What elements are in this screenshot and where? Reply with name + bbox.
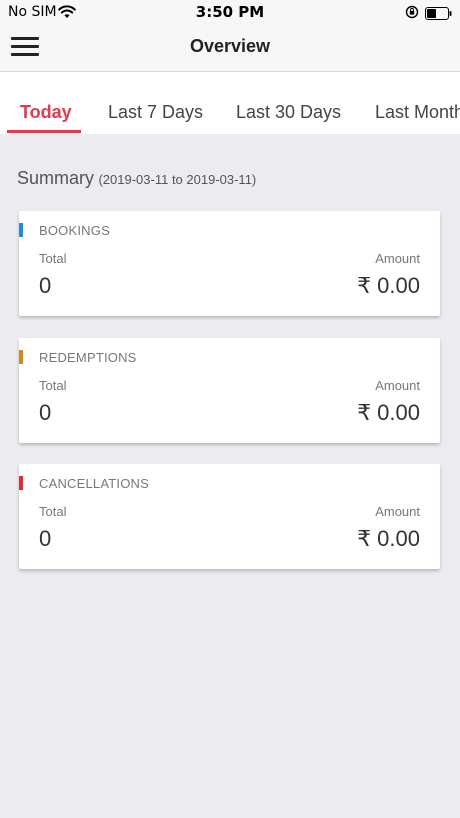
- total-value: 0: [39, 400, 52, 425]
- redemptions-card: REDEMPTIONS Total Amount 0 ₹ 0.00: [19, 338, 440, 443]
- bookings-card: BOOKINGS Total Amount 0 ₹ 0.00: [19, 211, 440, 316]
- card-title: CANCELLATIONS: [39, 476, 149, 491]
- summary-title: Summary: [17, 168, 95, 188]
- summary-heading: Summary (2019-03-11 to 2019-03-11): [17, 168, 256, 189]
- tab-today[interactable]: Today: [20, 102, 72, 123]
- amount-value: ₹ 0.00: [357, 400, 420, 425]
- amount-label: Amount: [375, 378, 420, 393]
- tab-last-month[interactable]: Last Month: [375, 102, 460, 123]
- summary-date-range: (2019-03-11 to 2019-03-11): [98, 172, 257, 187]
- total-label: Total: [39, 504, 67, 519]
- page-title: Overview: [189, 36, 271, 56]
- tab-last-30-days[interactable]: Last 30 Days: [236, 102, 341, 123]
- amount-value: ₹ 0.00: [357, 273, 420, 298]
- amount-label: Amount: [375, 251, 420, 266]
- battery-icon: [425, 5, 453, 24]
- total-label: Total: [39, 378, 67, 393]
- amount-value: ₹ 0.00: [357, 526, 420, 551]
- rotation-lock-icon: [405, 4, 419, 23]
- card-title: BOOKINGS: [39, 223, 110, 238]
- card-title: REDEMPTIONS: [39, 350, 137, 365]
- amount-label: Amount: [375, 504, 420, 519]
- total-value: 0: [39, 273, 52, 298]
- status-bar: No SIM 3:50 PM: [0, 0, 460, 24]
- cancellations-card: CANCELLATIONS Total Amount 0 ₹ 0.00: [19, 464, 440, 569]
- tab-last-7-days[interactable]: Last 7 Days: [108, 102, 203, 123]
- total-value: 0: [39, 526, 52, 551]
- redemptions-color-bar: [19, 350, 23, 364]
- date-range-tabs: Today Last 7 Days Last 30 Days Last Mont…: [0, 72, 460, 134]
- navigation-bar: Overview: [0, 24, 460, 72]
- active-tab-indicator: [7, 130, 81, 133]
- cancellations-color-bar: [19, 476, 23, 490]
- clock: 3:50 PM: [195, 3, 265, 21]
- bookings-color-bar: [19, 223, 23, 237]
- total-label: Total: [39, 251, 67, 266]
